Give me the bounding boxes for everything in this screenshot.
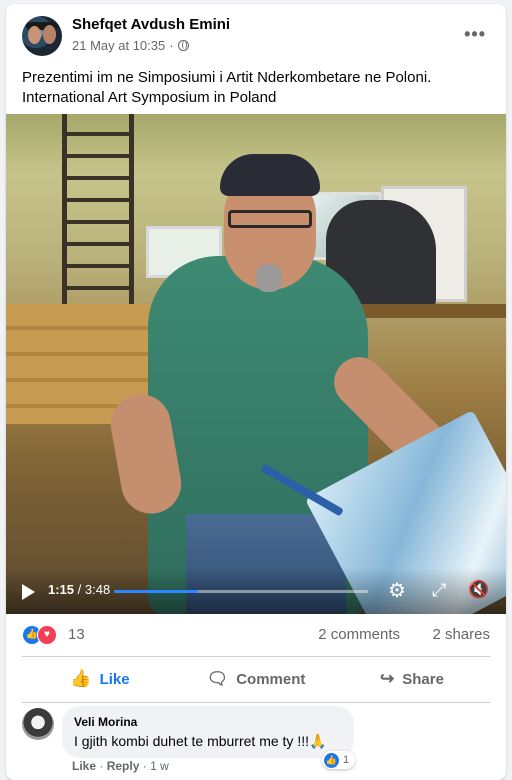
comment-reply-link[interactable]: Reply	[107, 759, 140, 773]
comment-age[interactable]: 1 w	[150, 759, 169, 773]
video-controls: 1:15 / 3:48 ⚙ ⤢ 🔇	[6, 568, 506, 614]
comment-links: Like · Reply · 1 w	[72, 759, 169, 773]
comments-count[interactable]: 2 comments	[318, 626, 400, 643]
background-ladder	[62, 114, 134, 314]
reactions-count[interactable]: 13	[68, 626, 85, 643]
meta-separator: ·	[169, 38, 174, 53]
shares-count[interactable]: 2 shares	[432, 626, 490, 643]
gear-icon[interactable]: ⚙	[388, 581, 408, 601]
like-reaction-icon: 👍	[324, 752, 339, 768]
play-icon[interactable]	[22, 584, 35, 600]
painter-bandana	[220, 154, 320, 196]
post-caption: Prezentimi im ne Simposiumi i Artit Nder…	[22, 68, 490, 108]
reaction-icons[interactable]: 👍 ♥	[22, 625, 60, 645]
video-player[interactable]: 1:15 / 3:48 ⚙ ⤢ 🔇	[6, 114, 506, 614]
background-table	[356, 304, 506, 318]
post-header: Shefqet Avdush Emini 21 May at 10:35 · •…	[22, 16, 494, 60]
post-meta: 21 May at 10:35 ·	[72, 38, 189, 53]
video-progress-bar[interactable]	[114, 590, 368, 593]
video-progress-fill	[114, 590, 198, 593]
love-reaction-icon: ♥	[37, 625, 57, 645]
author-name[interactable]: Shefqet Avdush Emini	[72, 16, 230, 33]
post-actions: 👍 Like 🗨 Comment ↪ Share	[22, 660, 490, 698]
author-avatar[interactable]	[22, 16, 62, 56]
comment-button[interactable]: 🗨 Comment	[178, 660, 334, 698]
comment-like-link[interactable]: Like	[72, 759, 96, 773]
fullscreen-icon[interactable]: ⤢	[432, 580, 446, 601]
divider	[22, 702, 490, 703]
comment-label: Comment	[236, 670, 306, 688]
current-time: 1:15	[48, 582, 75, 597]
post-date[interactable]: 21 May at 10:35	[72, 38, 165, 53]
commenter-name[interactable]: Veli Morina	[74, 715, 137, 729]
share-button[interactable]: ↪ Share	[334, 660, 490, 698]
like-button[interactable]: 👍 Like	[22, 660, 178, 698]
like-label: Like	[99, 670, 130, 688]
share-arrow-icon: ↪	[380, 669, 395, 688]
caption-line-2: International Art Symposium in Poland	[22, 89, 277, 106]
divider	[22, 656, 490, 657]
comment-text: I gjith kombi duhet te mburret me ty !!!…	[74, 733, 327, 749]
more-options-icon[interactable]: •••	[464, 24, 486, 45]
share-label: Share	[402, 670, 444, 688]
volume-mute-icon[interactable]: 🔇	[468, 580, 489, 600]
caption-line-1: Prezentimi im ne Simposiumi i Artit Nder…	[22, 69, 432, 86]
video-time: 1:15 / 3:48	[48, 582, 111, 597]
comment-reaction-count: 1	[343, 754, 350, 766]
commenter-avatar[interactable]	[22, 708, 54, 740]
post-card: Shefqet Avdush Emini 21 May at 10:35 · •…	[6, 4, 506, 780]
post-stats: 👍 ♥ 13 2 comments 2 shares	[22, 624, 490, 646]
globe-icon	[177, 40, 189, 51]
comment-reaction-badge[interactable]: 👍 1	[322, 751, 356, 769]
comment-bubble: Veli Morina I gjith kombi duhet te mburr…	[62, 706, 354, 758]
painter-glasses	[228, 210, 312, 228]
thumbs-up-icon: 👍	[70, 669, 92, 688]
comment-bubble-icon: 🗨	[206, 669, 229, 688]
painter-beard	[256, 264, 282, 292]
total-time: 3:48	[84, 582, 111, 597]
